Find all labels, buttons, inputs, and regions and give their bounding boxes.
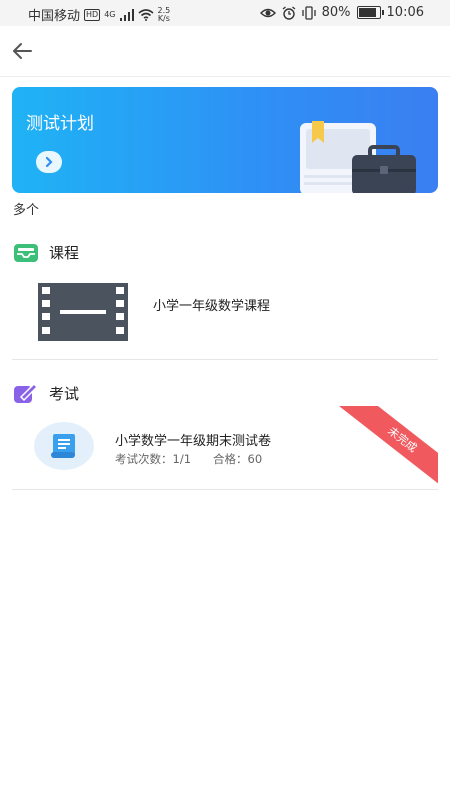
- status-bar: 中国移动 HD 4G 2.5 K/s 80% 10:06: [0, 0, 450, 26]
- network-speed: 2.5 K/s: [157, 6, 171, 23]
- status-ribbon-container: 未完成: [318, 406, 438, 484]
- course-name: 小学一年级数学课程: [153, 299, 271, 314]
- course-section-label: 课程: [49, 244, 80, 262]
- status-right: 80% 10:06: [259, 5, 424, 20]
- alarm-icon: [282, 5, 296, 20]
- network-label: 4G: [104, 9, 116, 19]
- exam-section-title: 考试: [13, 382, 79, 404]
- pencil-icon: [14, 382, 39, 403]
- exam-list-item[interactable]: 小学数学一年级期末测试卷 考试次数：1/1 合格：60 未完成: [0, 406, 450, 488]
- exam-attempts: 考试次数：1/1: [115, 452, 192, 466]
- eye-icon: [259, 8, 276, 17]
- book-briefcase-illustration: [300, 121, 416, 193]
- banner-arrow-button[interactable]: [36, 151, 62, 173]
- count-label: 多个: [13, 203, 40, 218]
- exam-section-label: 考试: [49, 384, 80, 403]
- exam-meta: 考试次数：1/1 合格：60: [115, 451, 262, 467]
- clock: 10:06: [386, 5, 424, 20]
- tray-icon: [14, 243, 38, 262]
- exam-paper-icon: [34, 422, 94, 470]
- battery-percent: 80%: [321, 5, 351, 20]
- speed-unit: K/s: [157, 13, 170, 23]
- scroll-icon: [51, 434, 75, 458]
- course-section-title: 课程: [13, 242, 79, 263]
- wifi-icon: [137, 8, 154, 21]
- exam-pass-score: 合格：60: [213, 452, 263, 466]
- status-ribbon: 未完成: [339, 406, 438, 484]
- divider: [12, 489, 438, 490]
- carrier-label: 中国移动: [28, 9, 81, 24]
- status-left: 中国移动 HD 4G 2.5 K/s: [28, 5, 170, 24]
- exam-name: 小学数学一年级期末测试卷: [115, 434, 272, 449]
- back-arrow-icon[interactable]: [10, 39, 34, 63]
- chevron-right-icon: [45, 156, 53, 168]
- film-strip-icon: [38, 283, 128, 341]
- divider: [12, 359, 438, 360]
- battery-fill: [358, 8, 377, 17]
- signal-icon: [119, 8, 134, 21]
- vibrate-icon: [301, 5, 316, 20]
- plan-banner[interactable]: 测试计划: [12, 87, 438, 193]
- hd-badge: HD: [84, 8, 101, 21]
- battery-icon: [356, 6, 384, 19]
- app-header: [0, 26, 450, 77]
- banner-title: 测试计划: [26, 114, 94, 134]
- course-list-item[interactable]: 小学一年级数学课程: [38, 283, 438, 341]
